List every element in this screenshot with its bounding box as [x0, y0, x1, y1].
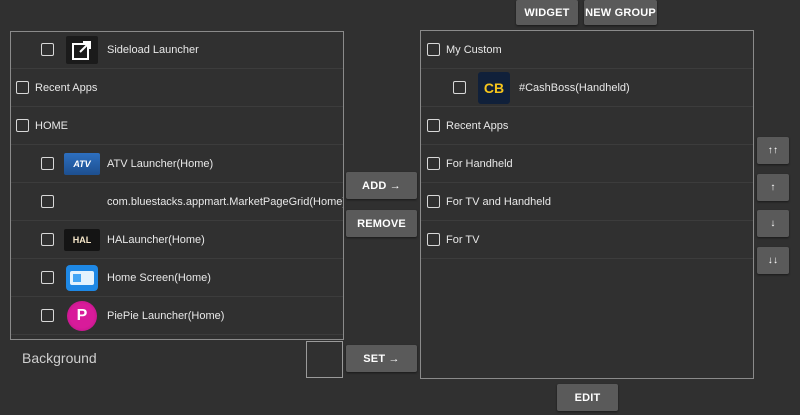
checkbox[interactable]: [16, 119, 29, 132]
move-to-bottom-button[interactable]: ↓↓: [757, 247, 789, 274]
list-item-label: HOME: [35, 119, 68, 132]
atv-launcher-icon: ATV: [64, 152, 100, 175]
move-to-top-button[interactable]: ↑↑: [757, 137, 789, 164]
checkbox[interactable]: [427, 43, 440, 56]
list-item-label: Recent Apps: [35, 81, 98, 94]
blank-app-icon: [66, 188, 98, 216]
move-down-button[interactable]: ↓: [757, 210, 789, 237]
set-button[interactable]: SET →: [346, 345, 417, 372]
checkbox[interactable]: [16, 81, 29, 94]
list-item-recent-apps[interactable]: Recent Apps: [11, 69, 343, 107]
list-item-atv-launcher[interactable]: ATV ATV Launcher(Home): [11, 145, 343, 183]
list-item-my-custom[interactable]: My Custom: [421, 31, 753, 69]
list-item-label: My Custom: [446, 43, 502, 56]
sideload-icon: [66, 35, 98, 64]
list-item-recent-apps[interactable]: Recent Apps: [421, 107, 753, 145]
list-item-for-handheld[interactable]: For Handheld: [421, 145, 753, 183]
checkbox[interactable]: [41, 309, 54, 322]
home-screen-icon: [66, 264, 98, 291]
list-item-label: PiePie Launcher(Home): [107, 309, 225, 322]
background-color-swatch[interactable]: [306, 341, 343, 378]
edit-button[interactable]: EDIT: [557, 384, 618, 411]
piepie-launcher-icon: P: [67, 300, 97, 331]
app-list-panel[interactable]: Sideload Launcher Recent Apps HOME ATV A…: [10, 31, 344, 340]
list-item-label: Recent Apps: [446, 119, 509, 132]
checkbox[interactable]: [427, 157, 440, 170]
list-item-home-screen[interactable]: Home Screen(Home): [11, 259, 343, 297]
cashboss-icon: CB: [478, 71, 510, 104]
checkbox[interactable]: [41, 271, 54, 284]
list-item-label: ATV Launcher(Home): [107, 157, 214, 170]
list-item-market-page-grid[interactable]: com.bluestacks.appmart.MarketPageGrid(Ho…: [11, 183, 343, 221]
list-item-for-tv-and-handheld[interactable]: For TV and Handheld: [421, 183, 753, 221]
checkbox[interactable]: [41, 195, 54, 208]
add-button[interactable]: ADD →: [346, 172, 417, 199]
list-item-label: For TV: [446, 233, 480, 246]
checkbox[interactable]: [41, 157, 54, 170]
list-item-label: For TV and Handheld: [446, 195, 551, 208]
move-up-button[interactable]: ↑: [757, 174, 789, 201]
halauncher-icon: HAL: [64, 228, 100, 251]
checkbox[interactable]: [427, 119, 440, 132]
list-item-sideload-launcher[interactable]: Sideload Launcher: [11, 32, 343, 69]
list-item-for-tv[interactable]: For TV: [421, 221, 753, 259]
list-item-label: For Handheld: [446, 157, 513, 170]
checkbox[interactable]: [453, 81, 466, 94]
list-item-halauncher[interactable]: HAL HALauncher(Home): [11, 221, 343, 259]
list-item-label: Sideload Launcher: [107, 43, 199, 56]
list-item-label: Home Screen(Home): [107, 271, 211, 284]
remove-button[interactable]: REMOVE: [346, 210, 417, 237]
list-item-label: #CashBoss(Handheld): [519, 81, 630, 94]
checkbox[interactable]: [427, 195, 440, 208]
list-item-cashboss[interactable]: CB #CashBoss(Handheld): [421, 69, 753, 107]
new-group-button[interactable]: NEW GROUP: [584, 0, 657, 25]
checkbox[interactable]: [41, 233, 54, 246]
checkbox[interactable]: [427, 233, 440, 246]
list-item-home-group[interactable]: HOME: [11, 107, 343, 145]
list-item-piepie-launcher[interactable]: P PiePie Launcher(Home): [11, 297, 343, 335]
background-label: Background: [22, 350, 97, 366]
widget-button[interactable]: WIDGET: [516, 0, 578, 25]
checkbox[interactable]: [41, 43, 54, 56]
list-item-label: HALauncher(Home): [107, 233, 205, 246]
group-list-panel[interactable]: My Custom CB #CashBoss(Handheld) Recent …: [420, 30, 754, 379]
list-item-label: com.bluestacks.appmart.MarketPageGrid(Ho…: [107, 195, 344, 208]
